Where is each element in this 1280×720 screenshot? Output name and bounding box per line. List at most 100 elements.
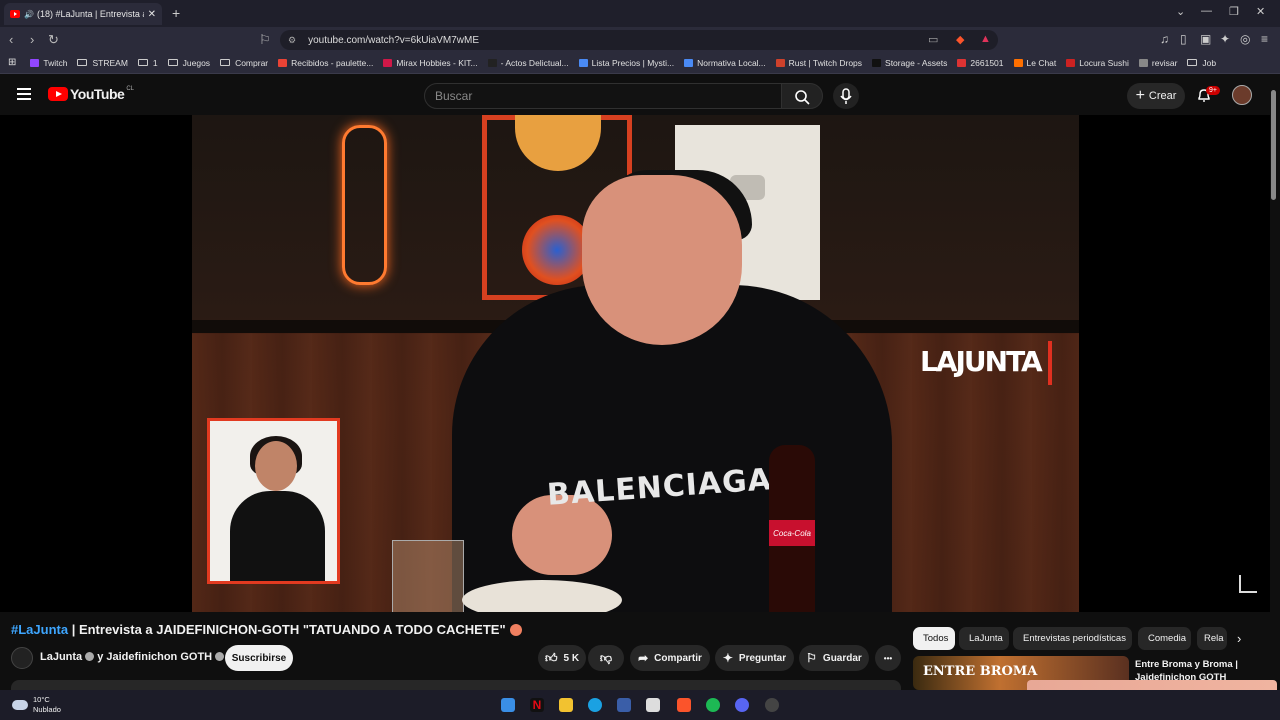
maximize-button[interactable]: ❐ (1229, 5, 1239, 18)
bookmark-item[interactable]: Le Chat (1013, 58, 1056, 68)
bookmark-label: STREAM (92, 57, 128, 68)
bookmark-item[interactable]: Storage - Assets (872, 58, 947, 68)
discord-icon[interactable] (735, 698, 749, 712)
video-title: #LaJunta | Entrevista a JAIDEFINICHON-GO… (11, 622, 522, 637)
bookmark-label: - Actos Delictual... (500, 57, 569, 68)
share-button[interactable]: ➦ Compartir (630, 645, 710, 671)
wallet-icon[interactable]: ▣ (1200, 32, 1211, 46)
tab-list-icon[interactable]: ⌄ (1176, 5, 1185, 18)
reload-button[interactable]: ↻ (48, 32, 59, 48)
bookmark-item[interactable]: Juegos (167, 58, 210, 68)
start-button-icon[interactable] (501, 698, 515, 712)
video-title-hashtag[interactable]: #LaJunta (11, 622, 68, 637)
bookmark-favicon-icon (872, 58, 882, 67)
channel-name[interactable]: LaJunta (40, 651, 82, 663)
search-input[interactable]: Buscar (424, 83, 782, 109)
bookmark-item[interactable]: - Actos Delictual... (487, 57, 569, 68)
leo-ai-icon[interactable]: ✦ (1220, 32, 1230, 46)
page-scrollbar[interactable] (1271, 90, 1276, 200)
cloud-icon (12, 700, 28, 710)
minimize-button[interactable]: — (1201, 5, 1212, 17)
more-actions-button[interactable]: ••• (875, 645, 901, 671)
youtube-logo[interactable]: YouTube CL (48, 86, 134, 102)
voice-search-button[interactable] (833, 83, 859, 109)
edge-icon[interactable] (588, 698, 602, 712)
ask-button[interactable]: ✦ Preguntar (715, 645, 794, 671)
tab-close-button[interactable]: ✕ (148, 9, 156, 20)
bookmark-favicon-icon (383, 58, 393, 67)
close-window-button[interactable]: ✕ (1256, 5, 1265, 18)
media-icon[interactable]: ♫ (1160, 32, 1169, 46)
spotify-icon[interactable] (706, 698, 720, 712)
bookmark-label: Comprar (235, 57, 269, 68)
site-info-icon[interactable]: ⚙ (288, 35, 296, 46)
snipping-tool-icon[interactable] (646, 698, 660, 712)
address-bar[interactable]: ⚙ youtube.com/watch?v=6kUiaVM7wME ▭ ◆ ▲ (280, 30, 998, 50)
brave-shield-icon[interactable]: ◆ (956, 33, 964, 46)
browser-tab[interactable]: 🔊 (18) #LaJunta | Entrevista a JA ✕ (4, 3, 162, 25)
bookmark-favicon-icon (1013, 58, 1023, 67)
create-button[interactable]: + Crear (1127, 83, 1185, 109)
bookmark-label: Normativa Local... (697, 57, 766, 68)
bookmark-item[interactable]: Rust | Twitch Drops (775, 58, 862, 68)
bookmark-page-icon[interactable]: ⚐ (259, 32, 271, 48)
cast-icon[interactable]: ▭ (928, 33, 938, 46)
filter-chip[interactable]: Entrevistas periodísticas (1013, 627, 1132, 650)
vpn-icon[interactable]: ◎ (1240, 32, 1250, 46)
file-explorer-icon[interactable] (559, 698, 573, 712)
bookmark-favicon-icon (1066, 58, 1076, 67)
like-button[interactable]: 👍︎ 5 K (538, 645, 586, 671)
create-label: Crear (1148, 90, 1177, 102)
subscribe-button[interactable]: Suscribirse (225, 645, 293, 671)
neon-sign (342, 125, 387, 285)
collab-channel-name[interactable]: Jaidefinichon GOTH (106, 651, 212, 663)
watermark-bar (1048, 341, 1052, 385)
folder-icon (167, 59, 178, 66)
description-box[interactable] (11, 680, 901, 690)
bookmark-item[interactable]: Lista Precios | Mysti... (578, 58, 674, 68)
search-button[interactable] (781, 83, 823, 109)
bookmark-label: 2661501 (970, 57, 1004, 68)
menu-hamburger-icon[interactable] (17, 88, 31, 100)
save-button[interactable]: ⚐ Guardar (799, 645, 869, 671)
weather-widget[interactable]: 10°C Nublado (12, 695, 61, 715)
bookmark-label: Twitch (43, 57, 68, 68)
filter-chip[interactable]: LaJunta (959, 627, 1009, 650)
channel-corner-logo-icon[interactable] (1239, 575, 1257, 593)
bookmark-favicon-icon (30, 58, 40, 67)
bookmark-item[interactable]: Comprar (220, 58, 268, 68)
bookmark-item[interactable]: Mirax Hobbies - KIT... (383, 58, 478, 68)
bookmark-item[interactable]: 2661501 (957, 57, 1004, 68)
app-icon[interactable] (765, 698, 779, 712)
peach-emoji-icon (509, 624, 522, 636)
new-tab-button[interactable]: + (172, 5, 180, 21)
verified-icon (215, 652, 225, 661)
bookmark-item[interactable]: Recibidos - paulette... (278, 58, 373, 68)
bookmark-item[interactable]: revisar (1138, 58, 1177, 68)
like-count: 5 K (563, 652, 580, 664)
bookmark-item[interactable]: Twitch (30, 58, 67, 68)
forward-button[interactable]: › (30, 32, 34, 47)
bookmark-item[interactable]: Normativa Local... (684, 58, 766, 68)
back-button[interactable]: ‹ (9, 32, 13, 47)
filter-chip[interactable]: Comedia (1138, 627, 1191, 650)
filter-chip[interactable]: Rela (1197, 627, 1227, 650)
bookmark-item[interactable]: 1 (137, 58, 158, 68)
user-avatar[interactable] (1232, 85, 1252, 105)
brave-rewards-icon[interactable]: ▲ (980, 33, 991, 45)
bookmark-item[interactable]: STREAM (77, 57, 128, 68)
apps-grid-icon[interactable]: ⊞ (8, 57, 16, 68)
audio-icon[interactable]: 🔊 (24, 10, 34, 19)
netflix-icon[interactable]: N (530, 698, 544, 712)
store-icon[interactable] (617, 698, 631, 712)
bookmark-item[interactable]: Job (1187, 58, 1216, 68)
dislike-button[interactable]: 👎︎ (588, 645, 624, 671)
chevron-right-icon[interactable]: › (1237, 631, 1241, 646)
channel-avatar[interactable] (11, 647, 33, 669)
bookmark-label: Storage - Assets (885, 57, 948, 68)
sidebar-icon[interactable]: ▯ (1180, 32, 1187, 46)
bookmark-item[interactable]: Locura Sushi (1066, 58, 1129, 68)
menu-icon[interactable]: ≡ (1261, 32, 1268, 46)
brave-browser-icon[interactable] (677, 698, 691, 712)
filter-chip[interactable]: Todos (913, 627, 955, 650)
